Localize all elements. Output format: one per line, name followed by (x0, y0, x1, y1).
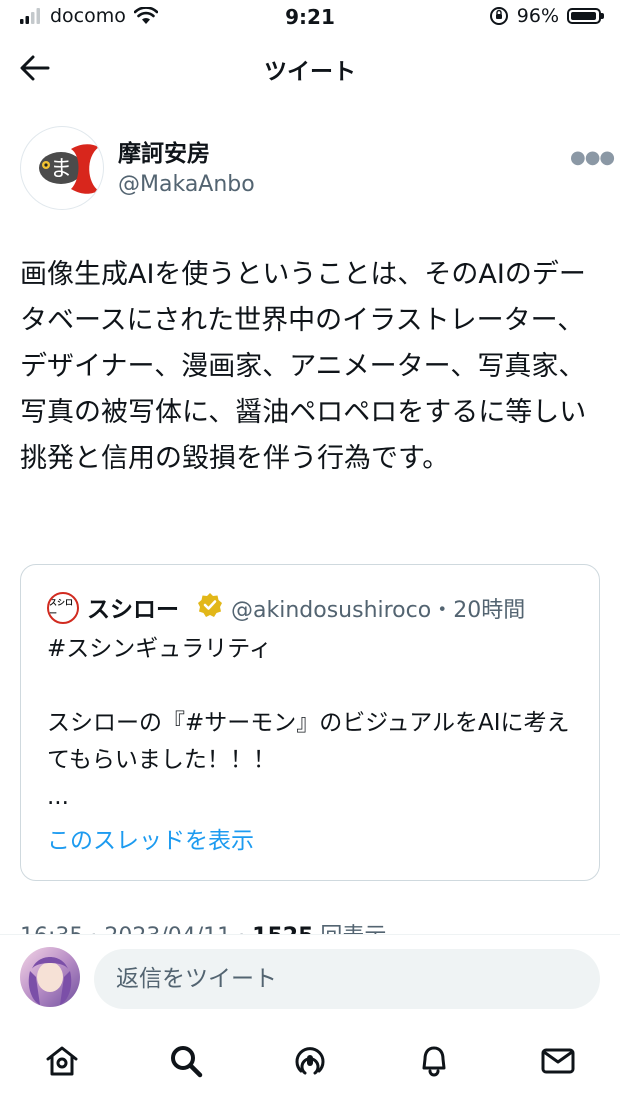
author-avatar[interactable]: ま (20, 126, 104, 210)
quote-text: #スシンギュラリティ スシローの『#サーモン』のビジュアルをAIに考えてもらいま… (47, 636, 570, 810)
quote-avatar-text: スシロー (49, 598, 73, 618)
tab-spaces[interactable] (290, 1041, 330, 1081)
quote-handle-time: @akindosushiroco・20時間 (231, 598, 526, 623)
quote-author-name: スシロー (87, 597, 179, 623)
battery-area: 96% (489, 5, 604, 27)
fish-icon: ま (39, 144, 99, 194)
search-icon (171, 1046, 203, 1078)
page-title: ツイート (264, 59, 356, 85)
user-avatar[interactable] (20, 947, 80, 1007)
verified-badge-icon (197, 592, 223, 622)
reply-bar: 返信をツイート (0, 934, 620, 1023)
tab-home[interactable] (42, 1041, 82, 1081)
spaces-icon (295, 1047, 325, 1075)
tab-messages[interactable] (538, 1041, 578, 1081)
show-thread-link[interactable]: このスレッドを表示 (47, 821, 254, 855)
author-handle[interactable]: @MakaAnbo (118, 172, 255, 197)
more-options-icon[interactable]: ●●● (570, 147, 615, 168)
tweet-text: 画像生成AIを使うということは、そのAIのデータベースにされた世界中のイラストレ… (20, 259, 587, 474)
tab-notifications[interactable] (414, 1041, 454, 1081)
tab-search[interactable] (166, 1041, 206, 1081)
quote-tweet-card[interactable]: スシロー スシロー @akindosushiroco・20時間 #スシンギュラリ… (20, 564, 600, 881)
orientation-lock-icon (489, 7, 508, 25)
tab-bar (0, 1023, 620, 1103)
author-name[interactable]: 摩訶安房 (118, 134, 210, 168)
notifications-icon (422, 1046, 446, 1077)
status-bar: docomo 9:21 96% (0, 0, 620, 36)
reply-input[interactable]: 返信をツイート (94, 949, 600, 1009)
avatar-char: ま (50, 157, 72, 182)
quote-avatar: スシロー (47, 592, 79, 624)
messages-icon (541, 1048, 575, 1074)
home-icon (46, 1046, 78, 1076)
battery-icon (567, 8, 601, 24)
battery-percent: 96% (516, 5, 559, 27)
